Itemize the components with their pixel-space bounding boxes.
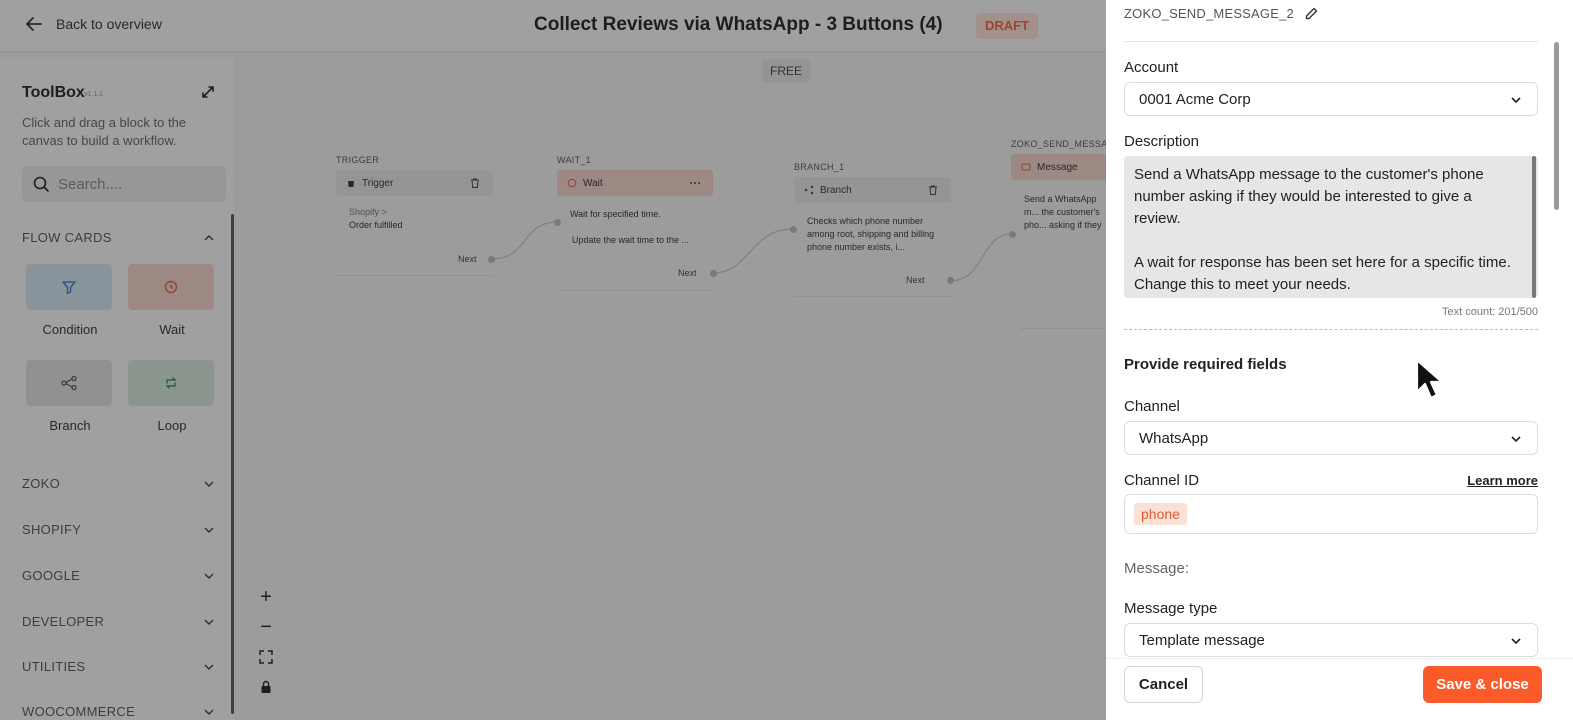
mouse-cursor-icon xyxy=(1415,358,1444,400)
section-divider xyxy=(1124,329,1538,330)
channel-id-label: Channel ID xyxy=(1124,472,1200,489)
node-name-text: ZOKO_SEND_MESSAGE_2 xyxy=(1124,6,1294,21)
channel-value: WhatsApp xyxy=(1139,429,1209,447)
message-type-value: Template message xyxy=(1139,631,1265,649)
learn-more-link[interactable]: Learn more xyxy=(1400,473,1538,488)
save-close-button[interactable]: Save & close xyxy=(1423,666,1542,703)
channel-select[interactable]: WhatsApp xyxy=(1124,421,1538,455)
chevron-down-icon xyxy=(1511,638,1521,645)
description-scrollbar[interactable] xyxy=(1532,156,1536,298)
pencil-icon[interactable] xyxy=(1304,6,1319,21)
account-label: Account xyxy=(1124,59,1179,76)
chevron-down-icon xyxy=(1511,97,1521,104)
required-fields-title: Provide required fields xyxy=(1124,356,1287,373)
text-count: Text count: 201/500 xyxy=(1441,306,1538,318)
description-textarea[interactable]: Send a WhatsApp message to the customer'… xyxy=(1124,156,1538,298)
chevron-down-icon xyxy=(1511,436,1521,443)
message-type-label: Message type xyxy=(1124,600,1218,617)
message-type-select[interactable]: Template message xyxy=(1124,623,1538,657)
message-label: Message: xyxy=(1124,560,1190,577)
description-paragraph: Send a WhatsApp message to the customer'… xyxy=(1134,166,1484,227)
description-paragraph: A wait for response has been set here fo… xyxy=(1134,254,1511,293)
cancel-button[interactable]: Cancel xyxy=(1124,666,1203,703)
modal-backdrop[interactable] xyxy=(0,0,1106,720)
panel-scrollbar[interactable] xyxy=(1554,42,1559,210)
panel-divider xyxy=(1124,41,1538,42)
account-select[interactable]: 0001 Acme Corp xyxy=(1124,82,1538,116)
account-value: 0001 Acme Corp xyxy=(1139,90,1251,108)
description-label: Description xyxy=(1124,133,1200,150)
variable-tag[interactable]: phone xyxy=(1134,503,1187,525)
channel-label: Channel xyxy=(1124,398,1180,415)
panel-node-name: ZOKO_SEND_MESSAGE_2 xyxy=(1124,6,1319,21)
